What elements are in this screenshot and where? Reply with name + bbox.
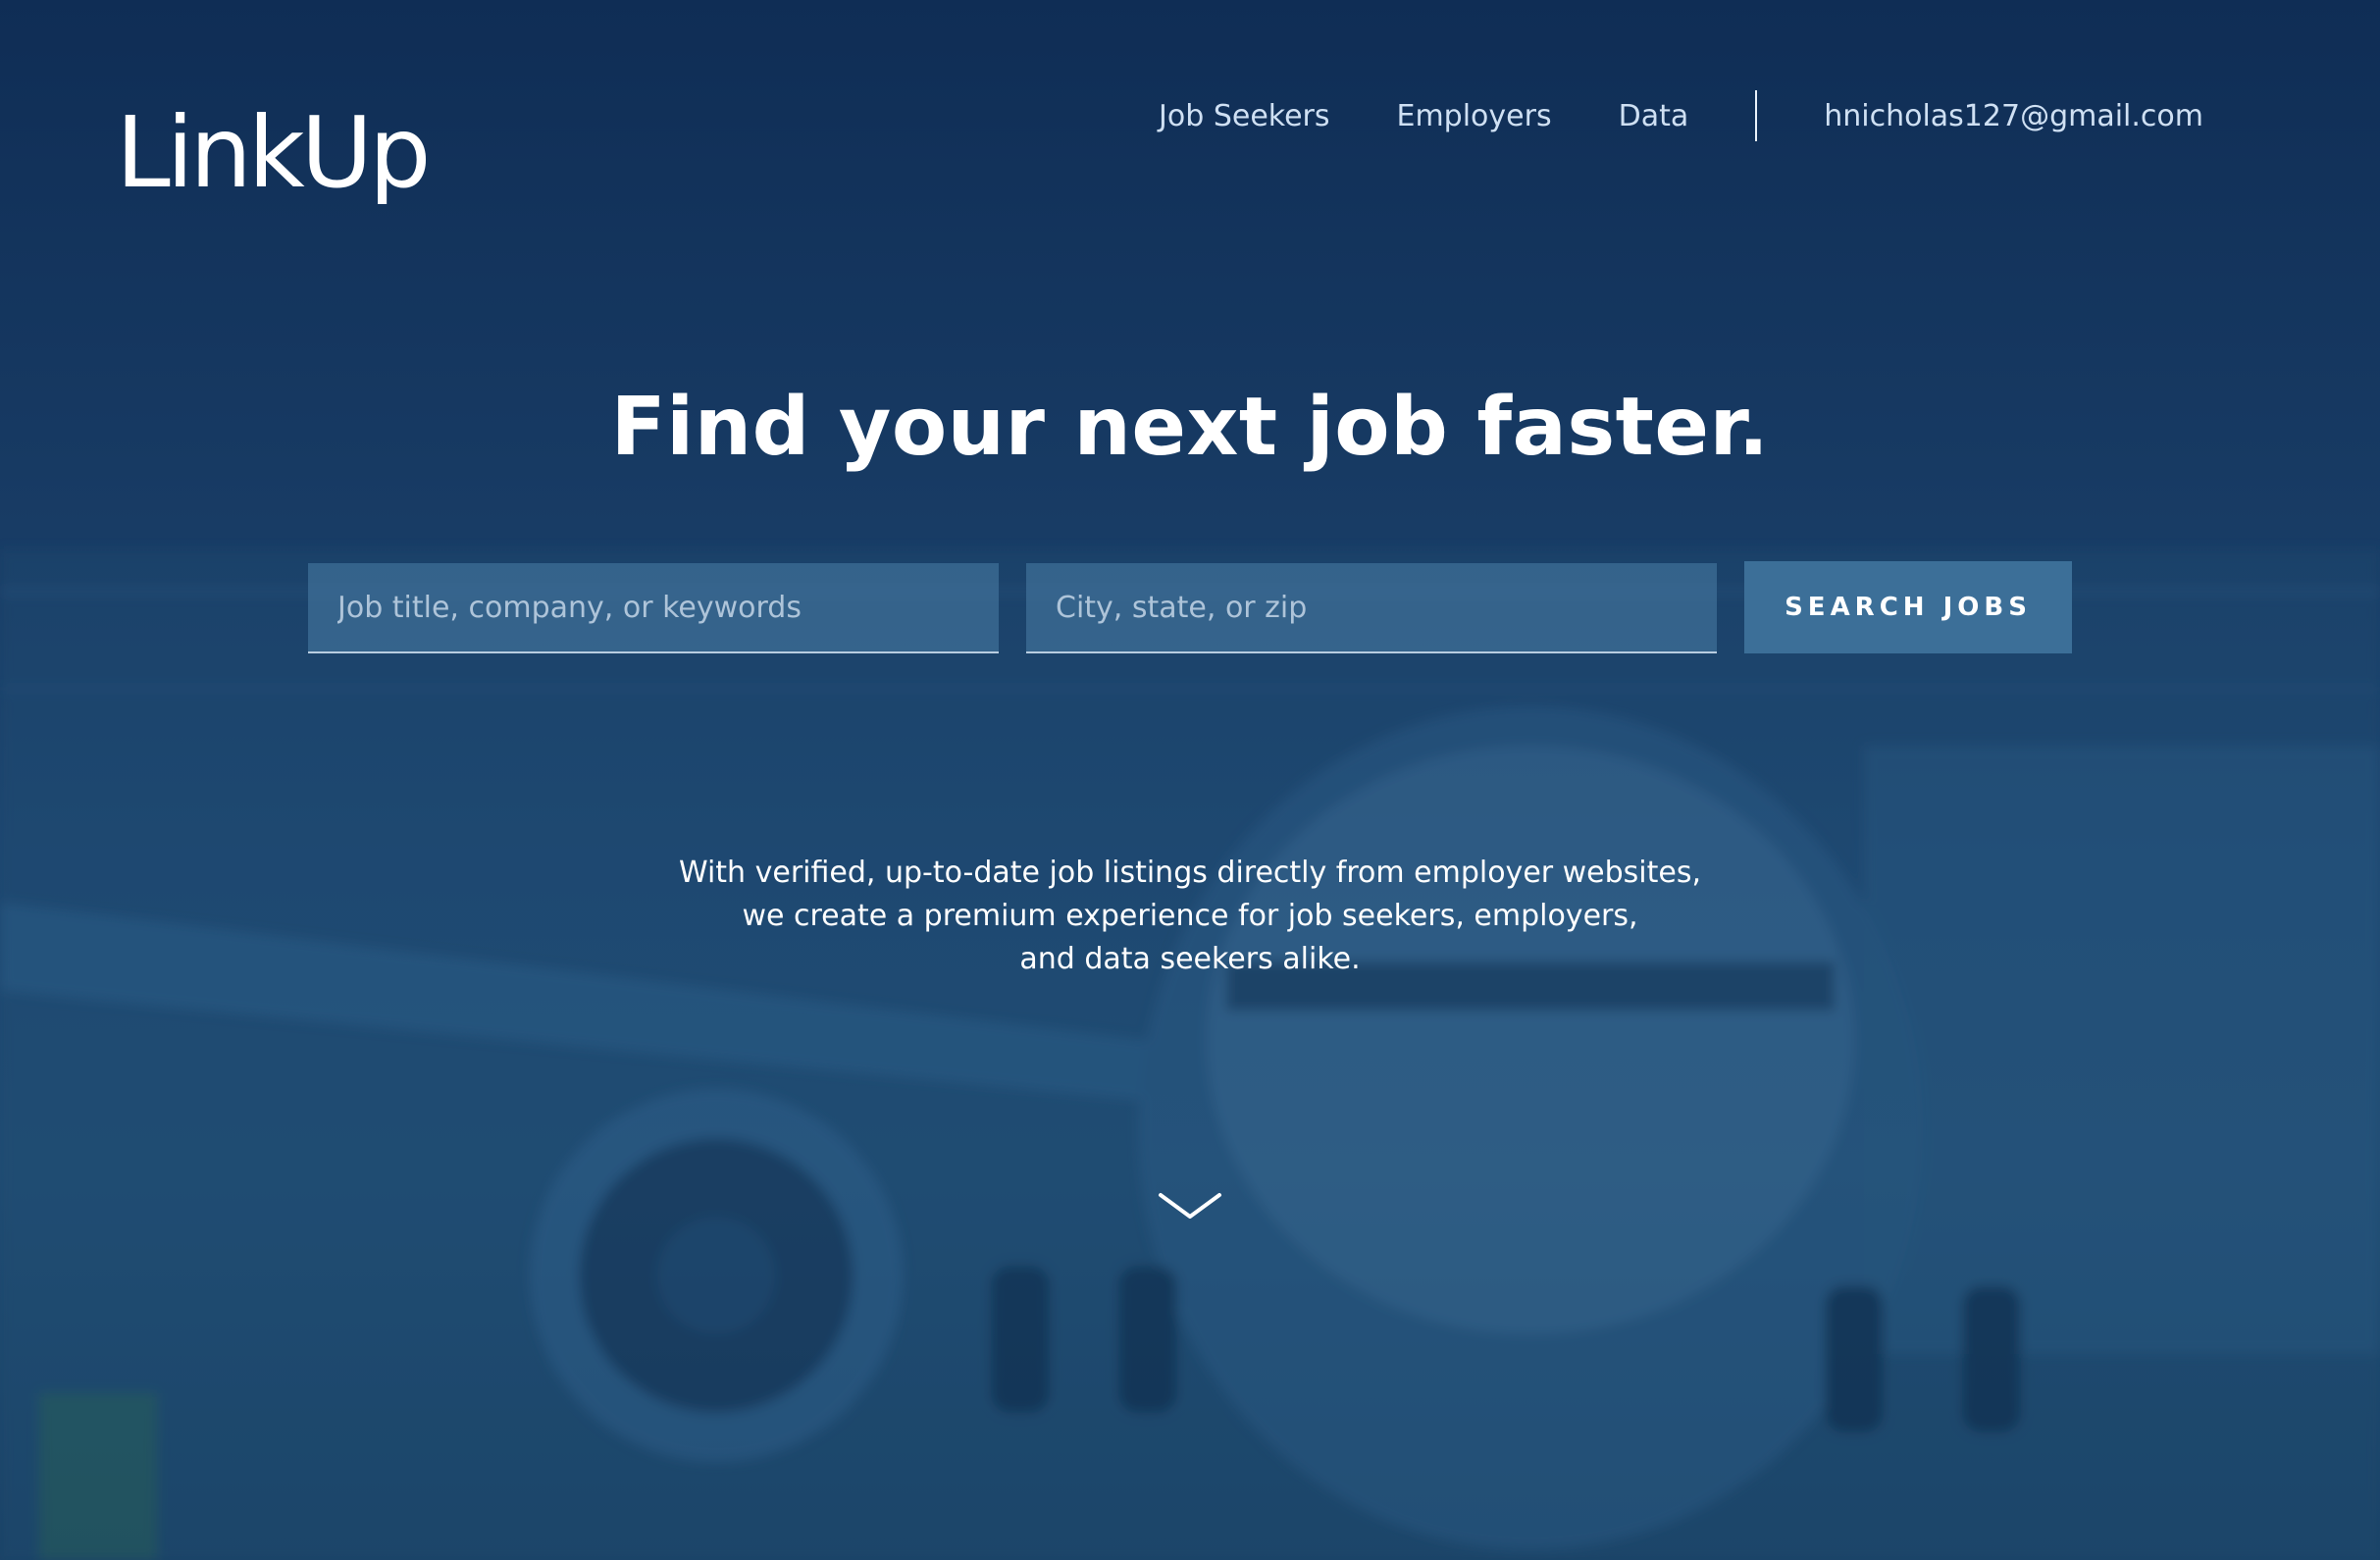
top-nav: Job Seekers Employers Data hnicholas127@…: [1159, 86, 2203, 145]
tagline-line: we create a premium experience for job s…: [742, 899, 1638, 933]
logo-text: LinkUp: [116, 96, 427, 204]
nav-employers[interactable]: Employers: [1397, 99, 1552, 133]
job-search-form: SEARCH JOBS: [308, 561, 2072, 653]
nav-divider: [1755, 90, 1758, 141]
tagline-line: With verified, up-to-date job listings d…: [678, 856, 1702, 890]
keywords-search-input[interactable]: [308, 563, 999, 653]
landing-page: LinkUp Job Seekers Employers Data hnicho…: [0, 0, 2380, 1560]
nav-data[interactable]: Data: [1619, 99, 1689, 133]
chevron-down-icon[interactable]: [1158, 1187, 1222, 1226]
background-airplane-image: [0, 549, 2380, 1560]
search-jobs-button[interactable]: SEARCH JOBS: [1744, 561, 2072, 653]
tagline-line: and data seekers alike.: [1019, 942, 1361, 976]
user-account-email[interactable]: hnicholas127@gmail.com: [1824, 99, 2203, 133]
hero-tagline: With verified, up-to-date job listings d…: [0, 852, 2380, 981]
location-search-input[interactable]: [1026, 563, 1717, 653]
hero-headline: Find your next job faster.: [610, 381, 1770, 474]
nav-job-seekers[interactable]: Job Seekers: [1159, 99, 1329, 133]
linkup-logo[interactable]: LinkUp: [116, 96, 440, 204]
